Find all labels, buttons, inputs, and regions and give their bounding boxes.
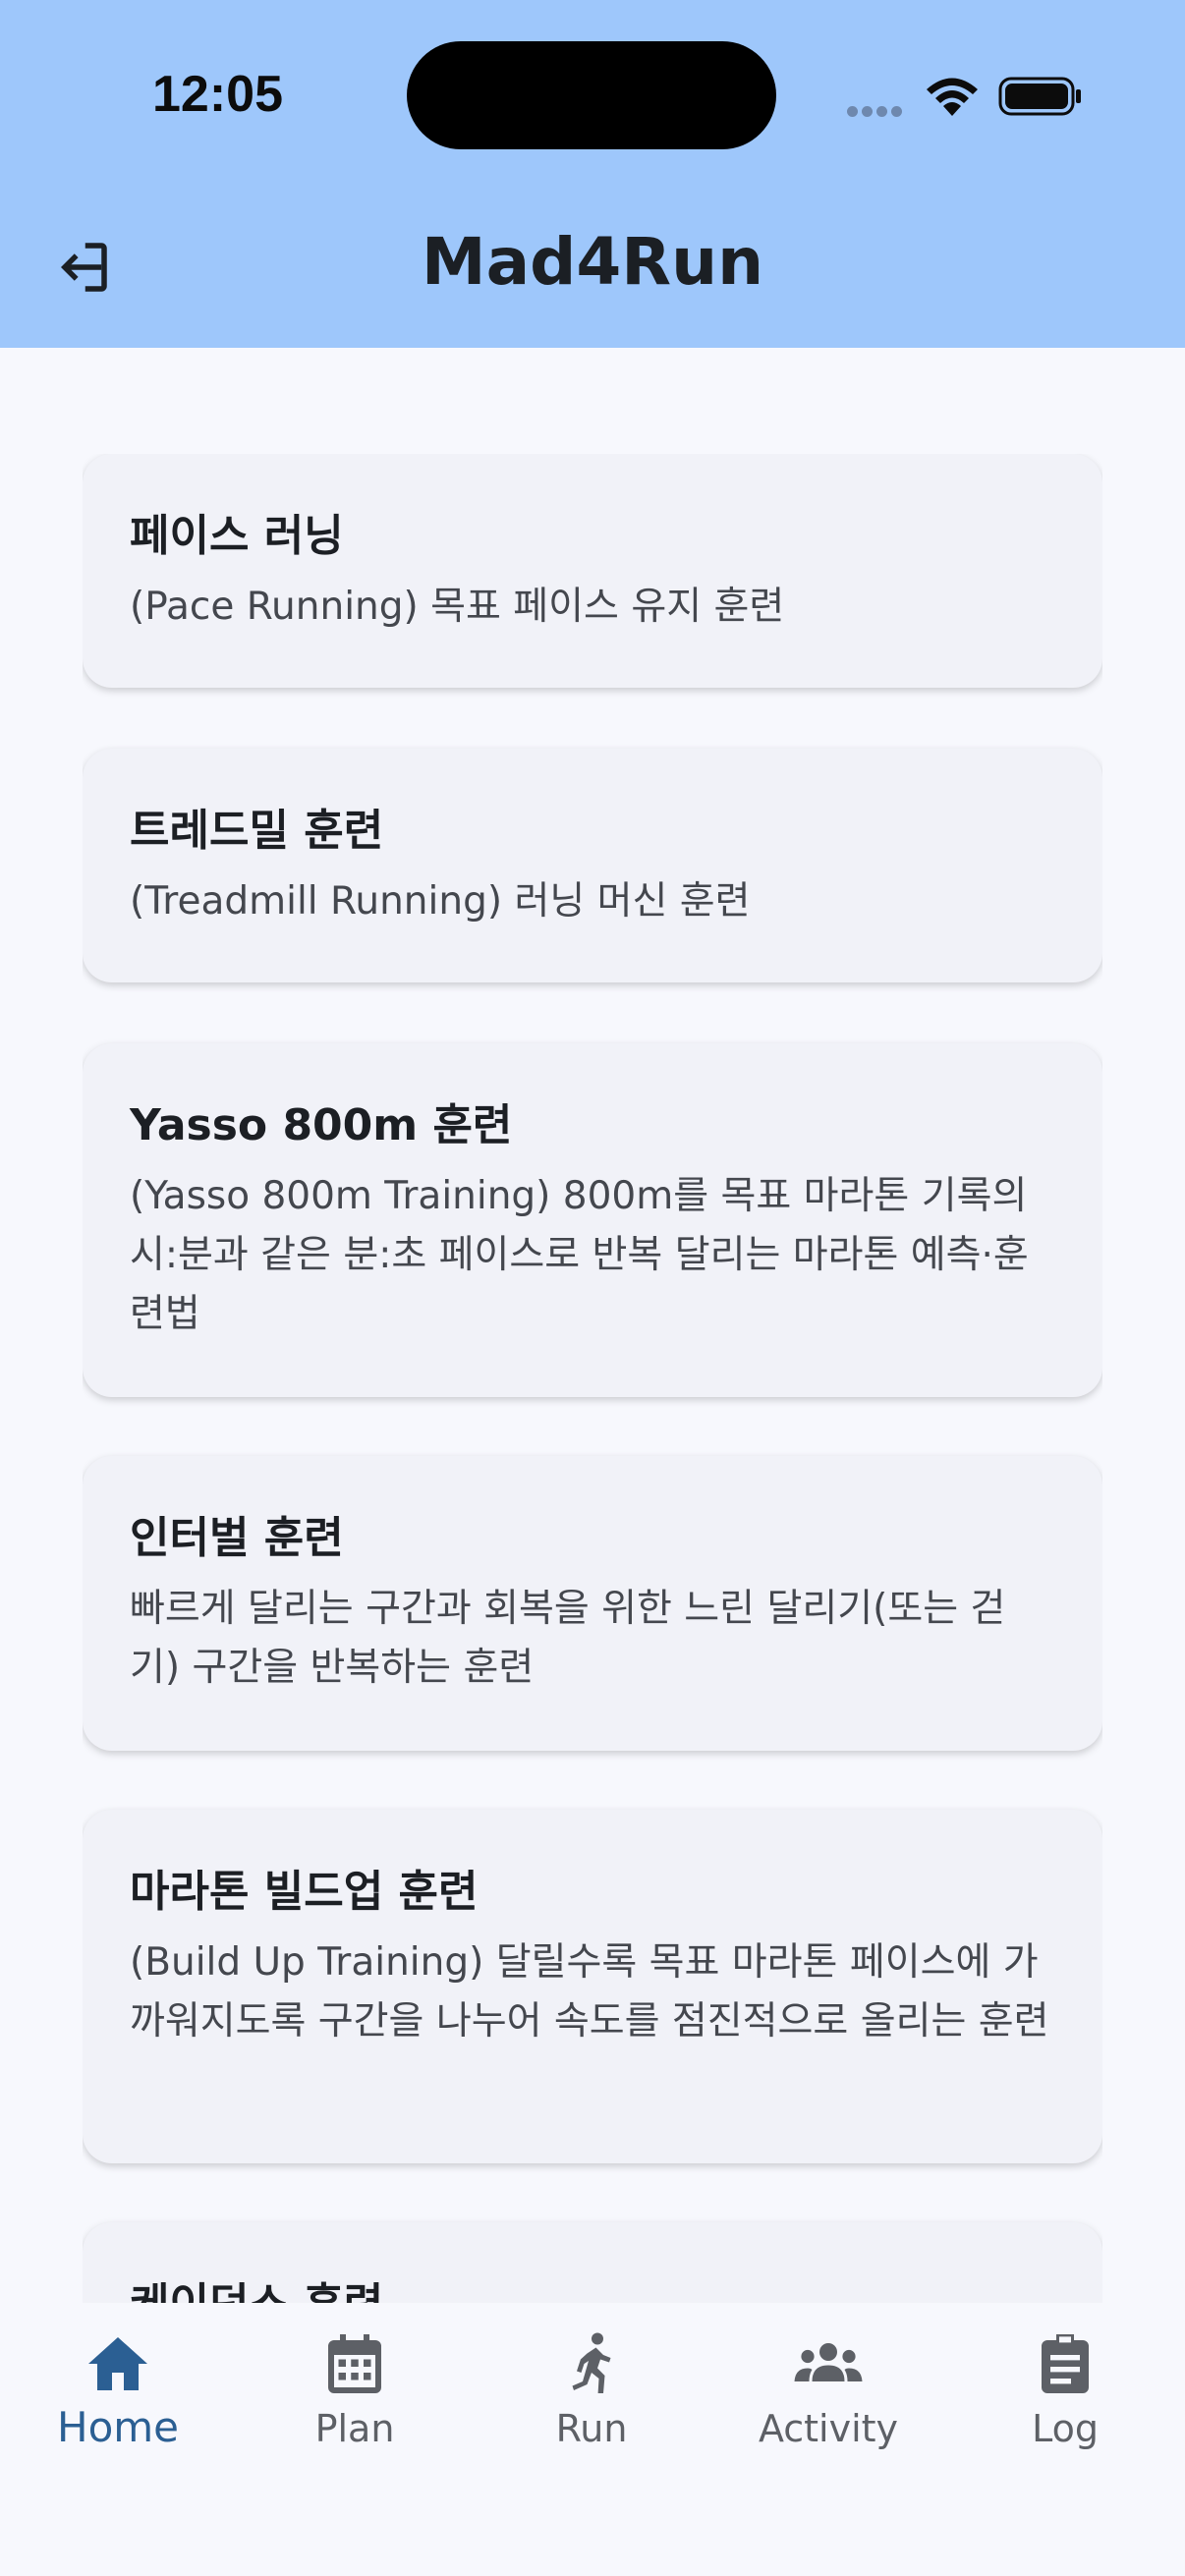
card-title: 페이스 러닝	[130, 511, 344, 561]
card-description: (Build Up Training) 달릴수록 목표 마라톤 페이스에 가까워…	[130, 1940, 1049, 2044]
dynamic-island	[407, 41, 776, 149]
wifi-icon	[927, 78, 978, 116]
card-title: 케이던스 훈련	[130, 2277, 1055, 2303]
calendar-icon	[328, 2334, 381, 2393]
training-card-treadmill[interactable]: 트레드밀 훈련 (Treadmill Running) 러닝 머신 훈련	[83, 749, 1102, 982]
clipboard-icon	[1042, 2334, 1089, 2393]
status-time: 12:05	[152, 66, 283, 123]
tab-label: Plan	[314, 2407, 395, 2450]
training-card-interval[interactable]: 인터벌 훈련 빠르게 달리는 구간과 회복을 위한 느린 달리기(또는 걷기) …	[83, 1456, 1102, 1751]
runner-icon	[572, 2332, 611, 2393]
training-card-yasso[interactable]: Yasso 800m 훈련 (Yasso 800m Training) 800m…	[83, 1043, 1102, 1397]
app-title: Mad4Run	[421, 224, 764, 300]
training-card-buildup[interactable]: 마라톤 빌드업 훈련 (Build Up Training) 달릴수록 목표 마…	[83, 1810, 1102, 2163]
training-card-cadence[interactable]: 케이던스 훈련	[83, 2222, 1102, 2303]
tab-plan[interactable]: Plan	[237, 2303, 473, 2519]
tab-home[interactable]: Home	[0, 2303, 236, 2519]
battery-icon	[998, 77, 1081, 116]
card-title: 마라톤 빌드업 훈련	[130, 1867, 479, 1917]
bottom-tab-bar: Home Plan Run Activity Log	[0, 2303, 1185, 2576]
training-card-pace[interactable]: 페이스 러닝 (Pace Running) 목표 페이스 유지 훈련	[83, 454, 1102, 688]
card-description: 빠르게 달리는 구간과 회복을 위한 느린 달리기(또는 걷기) 구간을 반복하…	[130, 1587, 1006, 1690]
home-icon	[88, 2337, 147, 2390]
training-list[interactable]: 페이스 러닝 (Pace Running) 목표 페이스 유지 훈련 트레드밀 …	[83, 454, 1102, 2303]
tab-log[interactable]: Log	[947, 2303, 1183, 2519]
app-header: 12:05 Mad4Run	[0, 0, 1185, 348]
card-title: 인터벌 훈련	[130, 1513, 344, 1563]
card-description: (Pace Running) 목표 페이스 유지 훈련	[130, 585, 785, 629]
card-title: Yasso 800m 훈련	[130, 1100, 513, 1150]
card-description: (Treadmill Running) 러닝 머신 훈련	[130, 879, 751, 924]
card-title: 트레드밀 훈련	[130, 806, 384, 856]
group-icon	[794, 2343, 863, 2381]
tab-label: Activity	[758, 2407, 899, 2450]
tab-activity[interactable]: Activity	[710, 2303, 946, 2519]
tab-label: Run	[555, 2407, 628, 2450]
tab-run[interactable]: Run	[474, 2303, 709, 2519]
tab-label: Home	[56, 2403, 180, 2451]
tab-label: Log	[1032, 2407, 1099, 2450]
card-description: (Yasso 800m Training) 800m를 목표 마라톤 기록의 시…	[130, 1174, 1029, 1336]
cellular-signal-icon	[847, 102, 906, 121]
